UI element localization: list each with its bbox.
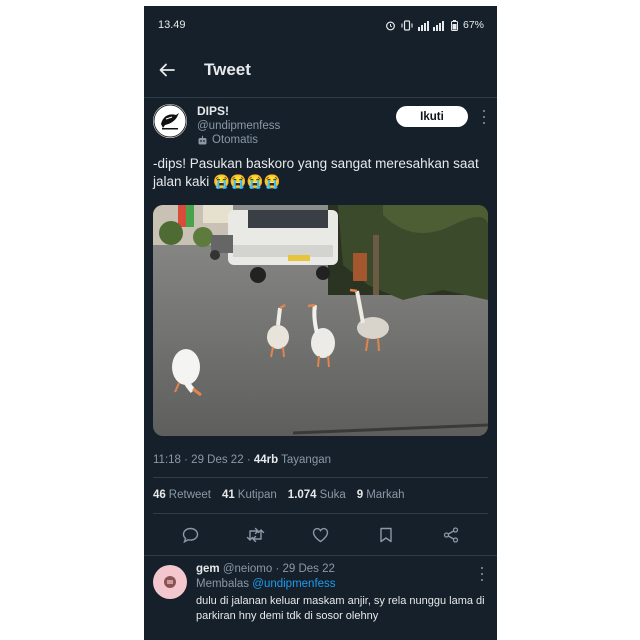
reply-icon xyxy=(182,527,199,543)
author-name[interactable]: DIPS! xyxy=(197,104,229,118)
more-options-icon[interactable] xyxy=(479,110,489,124)
robot-icon xyxy=(198,135,207,144)
stat-bookmarks[interactable]: 9 Markah xyxy=(357,489,405,501)
tweet-meta: 11:18 · 29 Des 22 · 44rb Tayangan xyxy=(153,454,331,466)
share-button[interactable] xyxy=(436,520,466,550)
retweet-icon xyxy=(246,527,265,543)
share-icon xyxy=(443,527,458,543)
tweet-date: 29 Des 22 xyxy=(191,454,244,466)
stats-divider xyxy=(153,513,488,514)
reply-handle[interactable]: @neiomo xyxy=(223,563,272,575)
like-icon xyxy=(312,527,329,543)
menfess-logo-icon xyxy=(153,104,187,138)
tweet-time: 11:18 xyxy=(153,454,181,466)
battery-level: 67% xyxy=(462,19,484,31)
arrow-left-icon xyxy=(159,63,175,77)
back-button[interactable] xyxy=(145,48,189,92)
reply-separator: · xyxy=(275,563,283,575)
actions-divider xyxy=(144,555,497,556)
reply-author-line: gem @neiomo · 29 Des 22 xyxy=(196,563,335,575)
avatar-image xyxy=(164,576,176,588)
bookmark-button[interactable] xyxy=(371,520,401,550)
views-count: 44rb xyxy=(253,454,279,466)
stat-likes[interactable]: 1.074 Suka xyxy=(288,489,346,501)
status-icons: 67% xyxy=(385,19,484,31)
meta-separator: · xyxy=(246,454,254,466)
tweet-stats: 46 Retweet 41 Kutipan 1.074 Suka 9 Markah xyxy=(153,489,405,501)
signal-icon xyxy=(417,20,444,31)
reply-button[interactable] xyxy=(176,520,206,550)
page-title: Tweet xyxy=(204,60,251,79)
reply-date: 29 Des 22 xyxy=(282,563,335,575)
replying-to: Membalas @undipmenfess xyxy=(196,578,336,590)
author-handle[interactable]: @undipmenfess xyxy=(197,120,280,132)
replying-to-handle[interactable]: @undipmenfess xyxy=(252,578,335,590)
tweet-photo[interactable] xyxy=(153,205,488,436)
header-divider xyxy=(144,97,497,98)
retweet-button[interactable] xyxy=(241,520,271,550)
author-avatar[interactable] xyxy=(153,104,187,138)
reply-item[interactable]: gem @neiomo · 29 Des 22 Membalas @undipm… xyxy=(153,561,489,640)
battery-icon xyxy=(450,19,458,31)
reply-name[interactable]: gem xyxy=(196,563,220,575)
replying-prefix: Membalas xyxy=(196,578,250,590)
status-bar: 13.49 67% xyxy=(144,6,497,44)
top-bar: Tweet xyxy=(144,44,497,96)
tweet-text: -dips! Pasukan baskoro yang sangat meres… xyxy=(153,156,479,189)
alarm-icon xyxy=(386,21,395,30)
reply-text: dulu di jalanan keluar maskam anjir, sy … xyxy=(196,595,485,622)
follow-button[interactable]: Ikuti xyxy=(396,106,468,127)
tweet-actions xyxy=(144,516,497,554)
like-button[interactable] xyxy=(306,520,336,550)
stat-retweets[interactable]: 46 Retweet xyxy=(153,489,211,501)
vibrate-icon xyxy=(401,19,413,31)
views-label: Tayangan xyxy=(281,454,332,466)
status-time: 13.49 xyxy=(158,19,186,31)
reply-more-icon[interactable] xyxy=(479,567,485,581)
automated-label: Otomatis xyxy=(212,134,259,146)
meta-divider xyxy=(153,477,488,478)
tweet-author: DIPS! @undipmenfess Otomatis Ikuti xyxy=(153,102,489,158)
reply-avatar[interactable] xyxy=(153,565,187,599)
stat-quotes[interactable]: 41 Kutipan xyxy=(222,489,277,501)
bookmark-icon xyxy=(379,527,392,543)
automated-badge: Otomatis xyxy=(197,134,258,146)
phone-screen: 13.49 67% Tweet DIPS! @undipmenfess Otom… xyxy=(144,6,497,640)
geese-photo xyxy=(153,205,488,436)
